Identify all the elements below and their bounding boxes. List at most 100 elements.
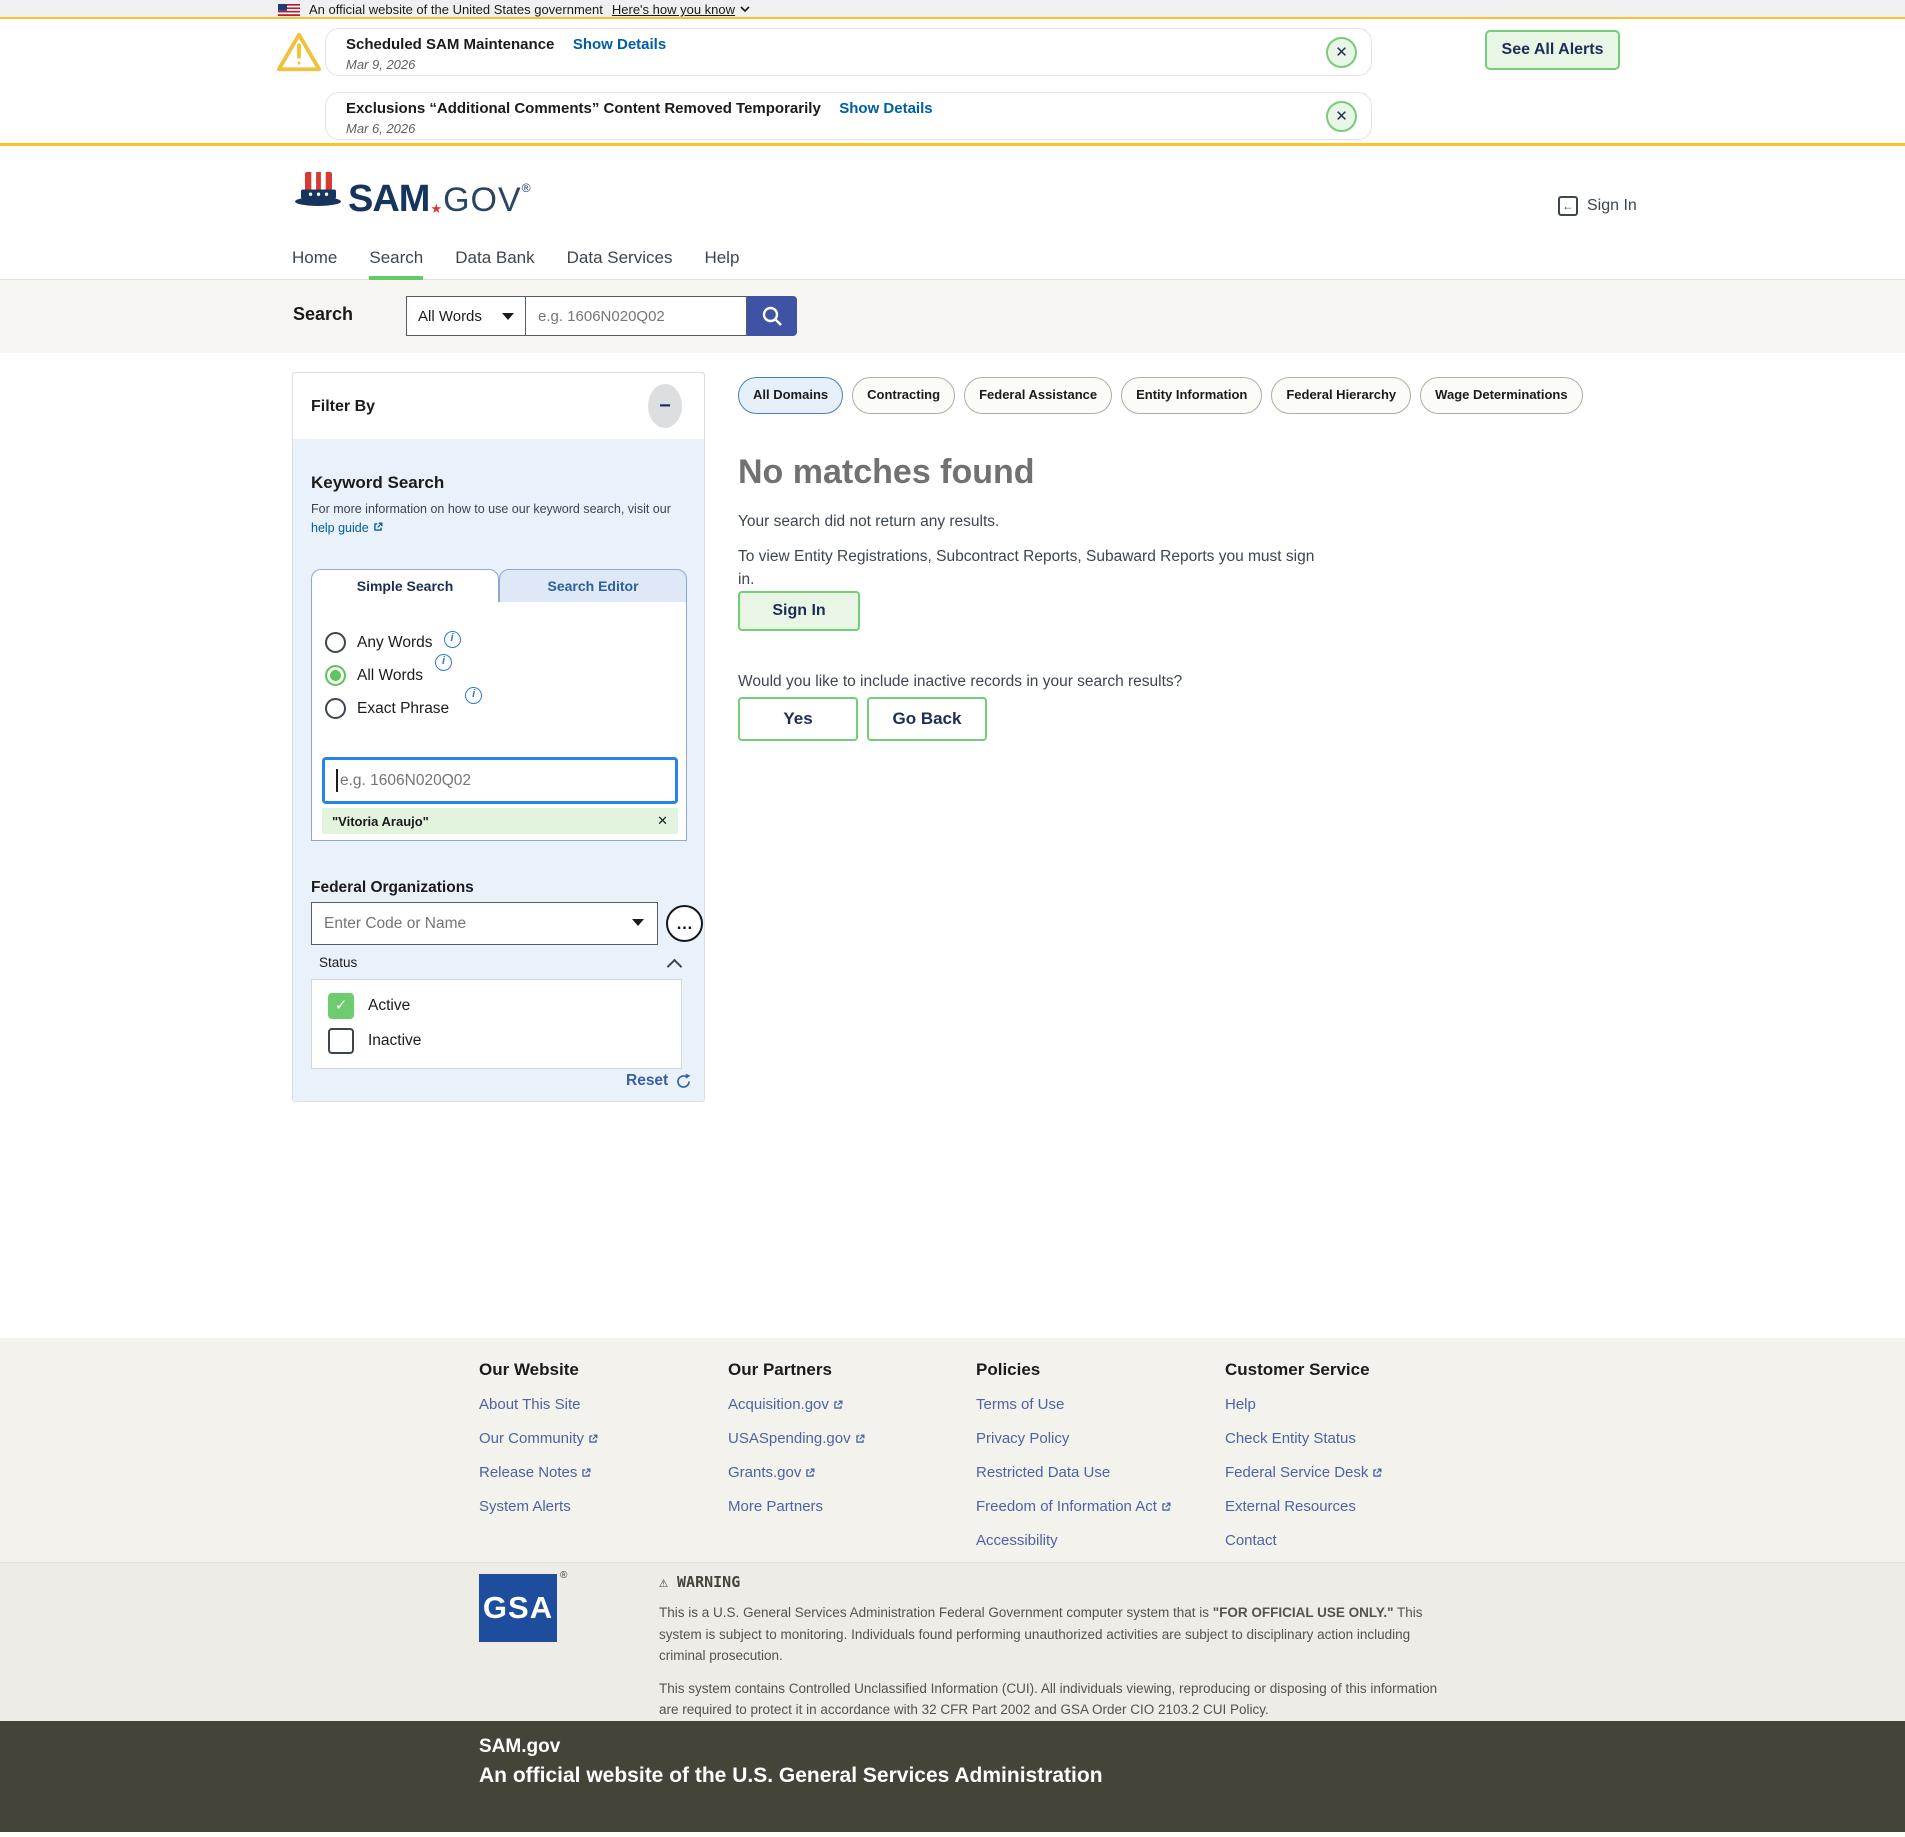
- radio-exact-phrase[interactable]: [325, 698, 346, 719]
- reset-filters-button[interactable]: Reset: [626, 1072, 692, 1090]
- footer-link-federal-service-desk[interactable]: Federal Service Desk: [1225, 1463, 1470, 1482]
- checkbox-inactive[interactable]: [328, 1028, 354, 1054]
- footer-link-our-community[interactable]: Our Community: [479, 1429, 724, 1448]
- primary-nav: Home Search Data Bank Data Services Help: [0, 236, 1905, 280]
- show-details-link[interactable]: Show Details: [839, 100, 932, 117]
- search-type-select[interactable]: All Words: [406, 296, 526, 336]
- federal-organizations-input[interactable]: [312, 903, 657, 944]
- collapse-filters-button[interactable]: −: [648, 384, 682, 428]
- radio-exact-phrase-label: Exact Phrase: [357, 700, 449, 718]
- keyword-help-text: For more information on how to use our k…: [311, 500, 685, 538]
- help-text: For more information on how to use our k…: [311, 502, 671, 516]
- keyword-input[interactable]: [325, 760, 675, 801]
- external-link-icon: [580, 1467, 592, 1479]
- footer-link-usaspending-gov[interactable]: USASpending.gov: [728, 1429, 973, 1448]
- alert-card: Exclusions “Additional Comments” Content…: [325, 92, 1372, 140]
- footer-heading: Customer Service: [1225, 1338, 1470, 1380]
- info-icon[interactable]: i: [435, 654, 452, 671]
- footer-link-release-notes[interactable]: Release Notes: [479, 1463, 724, 1482]
- footer-link-contact[interactable]: Contact: [1225, 1531, 1470, 1550]
- footer-link-help[interactable]: Help: [1225, 1395, 1470, 1414]
- tab-search-editor[interactable]: Search Editor: [499, 569, 687, 603]
- remove-tag-button[interactable]: ✕: [657, 813, 668, 829]
- search-type-value: All Words: [418, 308, 482, 325]
- footer-link-terms-of-use[interactable]: Terms of Use: [976, 1395, 1221, 1414]
- federal-organizations-combobox: [311, 902, 658, 945]
- footer-link-label: Terms of Use: [976, 1395, 1064, 1414]
- help-guide-label: help guide: [311, 521, 369, 535]
- footer-link-label: Federal Service Desk: [1225, 1463, 1368, 1482]
- sign-in-link[interactable]: ← Sign In: [1558, 196, 1637, 216]
- alert-date: Mar 9, 2026: [346, 57, 1351, 72]
- footer-official-line: An official website of the U.S. General …: [479, 1764, 1103, 1788]
- footer-link-label: External Resources: [1225, 1497, 1356, 1516]
- nav-item-home[interactable]: Home: [292, 236, 337, 280]
- radio-any-words[interactable]: [325, 632, 346, 653]
- system-warning: ⚠ WARNING This is a U.S. General Service…: [659, 1573, 1451, 1721]
- domain-pill-contracting[interactable]: Contracting: [852, 377, 955, 414]
- alert-date: Mar 6, 2026: [346, 121, 1351, 136]
- info-icon[interactable]: i: [444, 631, 461, 648]
- footer-link-label: System Alerts: [479, 1497, 571, 1516]
- alert-close-button[interactable]: ✕: [1326, 101, 1357, 132]
- help-guide-link[interactable]: help guide: [311, 521, 384, 535]
- sam-gov-logo[interactable]: SAM ★ GOV ®: [292, 170, 531, 216]
- see-all-alerts-button[interactable]: See All Alerts: [1485, 30, 1620, 70]
- search-submit-button[interactable]: [747, 296, 797, 336]
- dark-footer: SAM.gov An official website of the U.S. …: [0, 1721, 1905, 1832]
- us-flag-icon: [278, 4, 300, 16]
- info-icon[interactable]: i: [465, 687, 482, 704]
- combobox-caret-icon[interactable]: [632, 919, 644, 926]
- keyword-search-heading: Keyword Search: [311, 473, 444, 493]
- select-caret-icon: [502, 313, 514, 320]
- domain-pill-entity-information[interactable]: Entity Information: [1121, 377, 1262, 414]
- ellipsis-icon: …: [676, 914, 693, 933]
- heres-how-you-know-link[interactable]: Here's how you know: [612, 2, 750, 17]
- footer-link-external-resources[interactable]: External Resources: [1225, 1497, 1470, 1516]
- sign-in-button[interactable]: Sign In: [738, 591, 860, 631]
- footer-link-grants-gov[interactable]: Grants.gov: [728, 1463, 973, 1482]
- site-header: SAM ★ GOV ® ← Sign In: [0, 146, 1905, 236]
- reset-icon: [675, 1073, 692, 1090]
- more-options-button[interactable]: …: [666, 905, 703, 942]
- sign-in-icon: ←: [1558, 196, 1578, 216]
- show-details-link[interactable]: Show Details: [573, 36, 666, 53]
- nav-item-data-bank[interactable]: Data Bank: [455, 236, 534, 280]
- domain-pill-federal-assistance[interactable]: Federal Assistance: [964, 377, 1112, 414]
- yes-button[interactable]: Yes: [738, 697, 858, 741]
- footer-column-our-website: Our Website About This Site Our Communit…: [479, 1338, 724, 1516]
- footer-link-check-entity-status[interactable]: Check Entity Status: [1225, 1429, 1470, 1448]
- footer-link-label: Release Notes: [479, 1463, 577, 1482]
- footer-heading: Policies: [976, 1338, 1221, 1380]
- footer-link-label: Accessibility: [976, 1531, 1058, 1550]
- external-link-icon: [1371, 1467, 1383, 1479]
- nav-item-search[interactable]: Search: [369, 236, 423, 280]
- radio-all-words[interactable]: [325, 665, 346, 686]
- chevron-down-icon: [740, 6, 750, 13]
- footer-link-acquisition-gov[interactable]: Acquisition.gov: [728, 1395, 973, 1414]
- external-link-icon: [804, 1467, 816, 1479]
- footer-link-about-this-site[interactable]: About This Site: [479, 1395, 724, 1414]
- footer-link-accessibility[interactable]: Accessibility: [976, 1531, 1221, 1550]
- footer-link-privacy-policy[interactable]: Privacy Policy: [976, 1429, 1221, 1448]
- footer-link-restricted-data-use[interactable]: Restricted Data Use: [976, 1463, 1221, 1482]
- search-input[interactable]: [526, 296, 747, 336]
- alert-close-button[interactable]: ✕: [1326, 37, 1357, 68]
- domain-pill-federal-hierarchy[interactable]: Federal Hierarchy: [1271, 377, 1411, 414]
- footer-link-system-alerts[interactable]: System Alerts: [479, 1497, 724, 1516]
- warning-paragraph-1: This is a U.S. General Services Administ…: [659, 1602, 1451, 1667]
- domain-pill-all-domains[interactable]: All Domains: [738, 377, 843, 414]
- checkbox-active[interactable]: ✓: [328, 993, 354, 1019]
- chevron-up-icon[interactable]: [667, 959, 683, 975]
- nav-item-help[interactable]: Help: [704, 236, 739, 280]
- domain-pill-wage-determinations[interactable]: Wage Determinations: [1420, 377, 1582, 414]
- warning-triangle-icon: [276, 30, 322, 74]
- tab-simple-search[interactable]: Simple Search: [311, 569, 499, 603]
- footer-link-more-partners[interactable]: More Partners: [728, 1497, 973, 1516]
- status-section-label: Status: [319, 955, 357, 970]
- nav-item-data-services[interactable]: Data Services: [567, 236, 673, 280]
- go-back-button[interactable]: Go Back: [867, 697, 987, 741]
- warning-text-bold: "FOR OFFICIAL USE ONLY.": [1213, 1605, 1394, 1620]
- logo-sam-text: SAM: [348, 183, 429, 216]
- footer-link-foia[interactable]: Freedom of Information Act: [976, 1497, 1221, 1516]
